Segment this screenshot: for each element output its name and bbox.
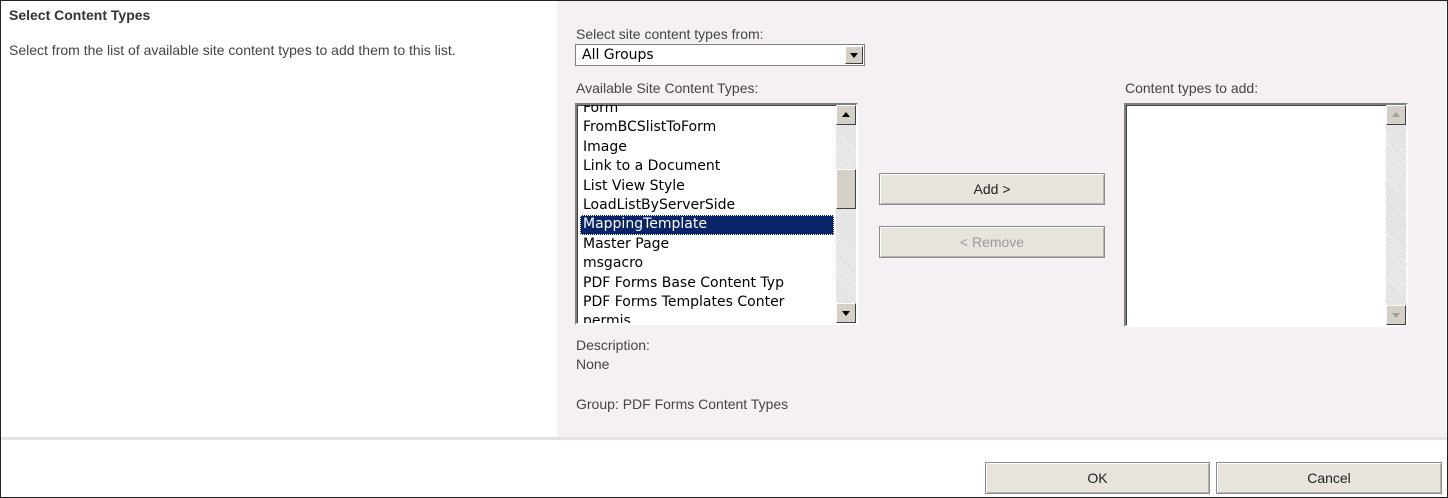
section-info-pane: Select Content Types Select from the lis… (1, 1, 557, 437)
arrow-down-icon[interactable] (1386, 305, 1406, 325)
available-types-listbox[interactable]: Form FromBCSlistToForm Image Link to a Docu… (575, 103, 858, 325)
content-types-to-add-scrollbar[interactable] (1386, 105, 1406, 325)
description-value: None (576, 356, 610, 372)
content-types-to-add-label: Content types to add: (1125, 80, 1259, 96)
list-item[interactable]: Form (580, 105, 834, 118)
list-item[interactable]: LoadListByServerSide (580, 196, 834, 215)
group-select-label: Select site content types from: (576, 26, 764, 42)
list-item[interactable]: Image (580, 138, 834, 157)
remove-button[interactable]: < Remove (879, 226, 1105, 258)
list-item[interactable]: PDF Forms Templates Conter (580, 293, 834, 312)
content-types-to-add-listbox[interactable] (1124, 103, 1408, 327)
available-types-label: Available Site Content Types: (576, 80, 759, 96)
chevron-down-icon[interactable] (845, 46, 863, 64)
arrow-down-icon[interactable] (836, 303, 856, 323)
list-item[interactable]: FromBCSlistToForm (580, 118, 834, 137)
ok-button[interactable]: OK (985, 462, 1210, 494)
list-item[interactable]: MappingTemplate (580, 215, 834, 235)
list-item[interactable]: Link to a Document (580, 157, 834, 176)
arrow-up-icon[interactable] (836, 105, 856, 125)
list-item[interactable]: Master Page (580, 235, 834, 254)
description-label: Description: (576, 337, 650, 353)
group-info: Group: PDF Forms Content Types (576, 396, 789, 412)
add-button[interactable]: Add > (879, 173, 1105, 205)
group-select[interactable]: All Groups (575, 44, 865, 66)
section-description: Select from the list of available site c… (9, 42, 456, 58)
available-types-items: Form FromBCSlistToForm Image Link to a Docu… (580, 105, 834, 323)
group-select-value: All Groups (582, 47, 654, 63)
list-item[interactable]: msgacro (580, 254, 834, 273)
list-item[interactable]: permis (580, 312, 834, 323)
list-item[interactable]: PDF Forms Base Content Typ (580, 274, 834, 293)
cancel-button[interactable]: Cancel (1216, 462, 1442, 494)
section-divider (1, 437, 1447, 440)
arrow-up-icon[interactable] (1386, 105, 1406, 125)
section-title: Select Content Types (9, 7, 151, 23)
scrollbar-thumb[interactable] (836, 169, 856, 209)
available-types-scrollbar[interactable] (836, 105, 856, 323)
list-item[interactable]: List View Style (580, 177, 834, 196)
